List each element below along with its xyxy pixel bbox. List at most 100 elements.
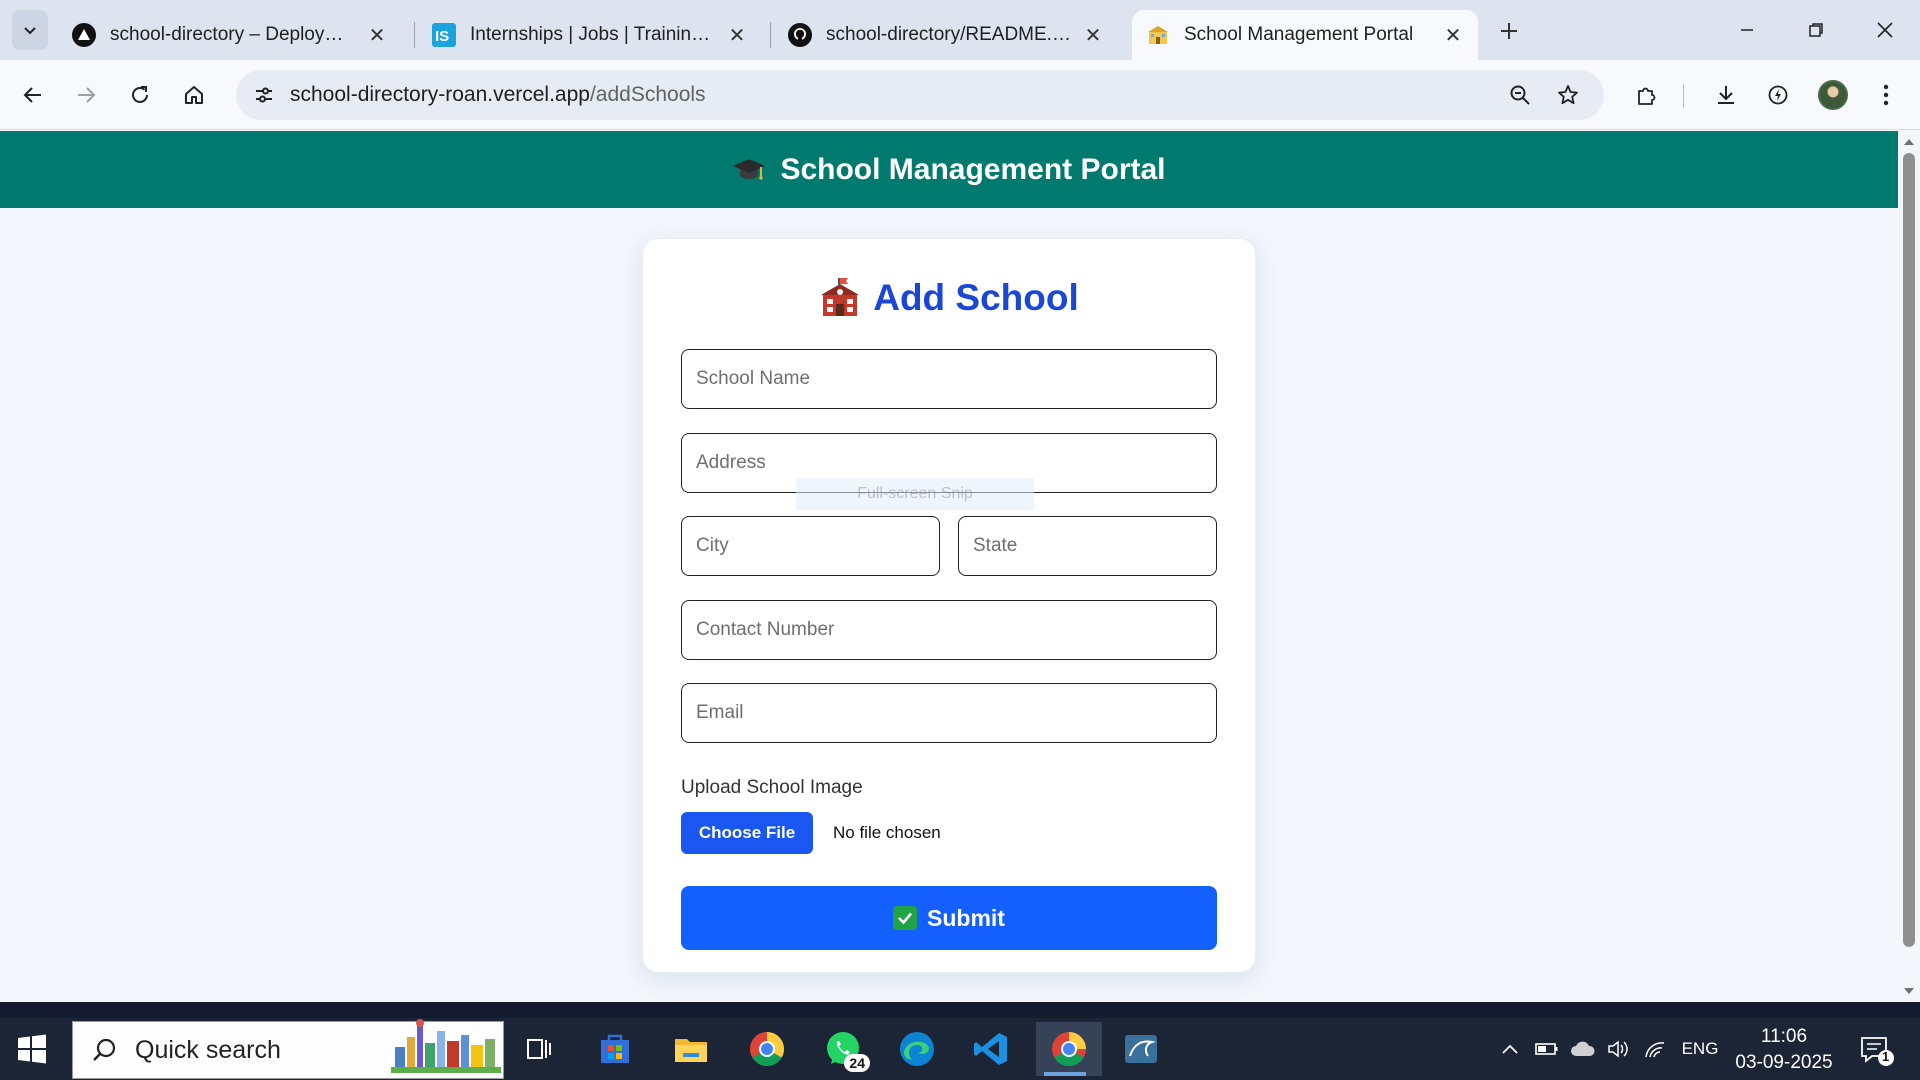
- restore-icon: [1809, 23, 1823, 37]
- new-tab-button[interactable]: [1492, 14, 1526, 48]
- extensions-button[interactable]: [1626, 75, 1666, 115]
- minimize-button[interactable]: [1724, 8, 1770, 52]
- url-text[interactable]: school-directory-roan.vercel.app/addScho…: [290, 83, 706, 107]
- notification-center-button[interactable]: 1: [1856, 1032, 1896, 1068]
- tab-github-readme[interactable]: school-directory/README.md at main ✕: [774, 10, 1118, 60]
- microsoft-store-icon: [601, 1034, 629, 1063]
- site-title: School Management Portal: [780, 152, 1166, 186]
- page-viewport: School Management Portal Add School Uplo…: [0, 131, 1898, 1002]
- url-host: school-directory-roan.vercel.app: [290, 83, 590, 106]
- close-tab-icon[interactable]: ✕: [366, 24, 388, 47]
- taskbar-border: [0, 1002, 1920, 1018]
- close-tab-icon[interactable]: ✕: [726, 24, 748, 47]
- check-mark-icon: [893, 906, 918, 930]
- address-bar[interactable]: school-directory-roan.vercel.app/addScho…: [236, 70, 1604, 120]
- reload-button[interactable]: [120, 75, 160, 115]
- back-button[interactable]: [13, 75, 53, 115]
- taskbar-whatsapp[interactable]: 24: [814, 1022, 872, 1076]
- reload-icon: [132, 86, 148, 103]
- site-info-button[interactable]: [244, 75, 284, 115]
- close-tab-icon[interactable]: ✕: [1442, 24, 1464, 47]
- form-title: Add School: [643, 277, 1255, 319]
- tab-internshala[interactable]: IS Internships | Jobs | Trainings & Plac…: [418, 10, 762, 60]
- school-icon: [1146, 23, 1170, 47]
- forward-button[interactable]: [66, 75, 106, 115]
- task-view-button[interactable]: [510, 1022, 568, 1076]
- folder-icon: [675, 1039, 707, 1062]
- add-school-form: Add School Upload School Image Choose Fi…: [642, 238, 1256, 973]
- battery-tray[interactable]: [1530, 1018, 1564, 1080]
- minimize-icon: [1741, 29, 1753, 31]
- zoom-button[interactable]: [1500, 75, 1540, 115]
- speaker-icon: [1608, 1040, 1628, 1058]
- mysql-workbench-icon: [1125, 1035, 1157, 1063]
- cloud-icon: [1571, 1041, 1595, 1056]
- github-icon: [788, 23, 812, 47]
- wifi-icon: [1645, 1042, 1665, 1058]
- taskbar-file-explorer[interactable]: [662, 1022, 720, 1076]
- start-button[interactable]: [14, 1031, 50, 1067]
- tab-school-portal[interactable]: School Management Portal ✕: [1132, 10, 1478, 60]
- site-header: School Management Portal: [0, 131, 1898, 208]
- scroll-down-arrow-icon[interactable]: [1901, 984, 1917, 998]
- chevron-down-icon: [24, 27, 36, 35]
- chrome-icon: [1052, 1032, 1086, 1066]
- home-icon: [185, 86, 203, 104]
- taskbar-chrome-active[interactable]: [1036, 1022, 1102, 1076]
- taskbar-edge[interactable]: [888, 1022, 946, 1076]
- vscode-icon: [974, 1033, 1007, 1065]
- network-tray[interactable]: [1638, 1018, 1672, 1080]
- taskbar-search[interactable]: Quick search: [72, 1019, 504, 1079]
- show-hidden-icons-button[interactable]: [1494, 1018, 1526, 1080]
- tab-title: Internships | Jobs | Trainings & Placeme…: [470, 24, 718, 45]
- state-input[interactable]: [958, 516, 1217, 576]
- scroll-up-arrow-icon[interactable]: [1901, 135, 1917, 149]
- tab-search-button[interactable]: [12, 10, 48, 50]
- choose-file-button[interactable]: Choose File: [681, 812, 813, 854]
- volume-tray[interactable]: [1602, 1018, 1636, 1080]
- star-icon: [1558, 85, 1578, 105]
- language-indicator[interactable]: ENG: [1680, 1018, 1720, 1080]
- school-name-input[interactable]: [681, 349, 1217, 409]
- internshala-icon: IS: [432, 23, 456, 47]
- close-window-button[interactable]: [1862, 8, 1908, 52]
- tab-vercel-deployment[interactable]: school-directory – Deployment ✕: [58, 10, 402, 60]
- clock-time: 11:06: [1760, 1026, 1808, 1047]
- graduation-cap-icon: [732, 155, 766, 185]
- tab-strip: school-directory – Deployment ✕ IS Inter…: [0, 0, 1920, 60]
- search-icon: [91, 1037, 117, 1063]
- restore-button[interactable]: [1793, 8, 1839, 52]
- bookmark-button[interactable]: [1548, 75, 1588, 115]
- profile-avatar[interactable]: [1818, 80, 1848, 110]
- downloads-button[interactable]: [1706, 75, 1746, 115]
- contact-number-input[interactable]: [681, 600, 1217, 660]
- toolbar-divider: [1683, 84, 1684, 108]
- onedrive-tray[interactable]: [1566, 1018, 1600, 1080]
- zoom-out-icon: [1510, 85, 1530, 105]
- submit-button[interactable]: Submit: [681, 886, 1217, 950]
- scroll-thumb[interactable]: [1903, 153, 1915, 947]
- email-input[interactable]: [681, 683, 1217, 743]
- chrome-icon: [750, 1032, 784, 1066]
- page-scrollbar[interactable]: [1898, 131, 1920, 1002]
- taskbar-mysql-workbench[interactable]: [1112, 1022, 1170, 1076]
- browser-toolbar: school-directory-roan.vercel.app/addScho…: [0, 60, 1920, 130]
- more-vert-icon: [1883, 84, 1889, 106]
- battery-icon: [1535, 1043, 1558, 1055]
- clock-date: 03-09-2025: [1735, 1052, 1833, 1073]
- taskbar-store[interactable]: [586, 1022, 644, 1076]
- form-title-text: Add School: [873, 277, 1079, 318]
- taskbar-clock[interactable]: 11:06 03-09-2025: [1728, 1024, 1840, 1076]
- close-tab-icon[interactable]: ✕: [1082, 24, 1104, 47]
- menu-button[interactable]: [1866, 75, 1906, 115]
- search-label: Quick search: [135, 1035, 281, 1064]
- taskbar-vscode[interactable]: [962, 1022, 1020, 1076]
- edge-icon: [900, 1032, 934, 1066]
- tab-title: school-directory/README.md at main: [826, 24, 1074, 45]
- snip-tooltip: Full-screen Snip: [796, 478, 1034, 510]
- performance-button[interactable]: [1758, 75, 1798, 115]
- city-input[interactable]: [681, 516, 940, 576]
- chevron-up-icon: [1502, 1044, 1518, 1054]
- home-button[interactable]: [174, 75, 214, 115]
- taskbar-chrome[interactable]: [738, 1022, 796, 1076]
